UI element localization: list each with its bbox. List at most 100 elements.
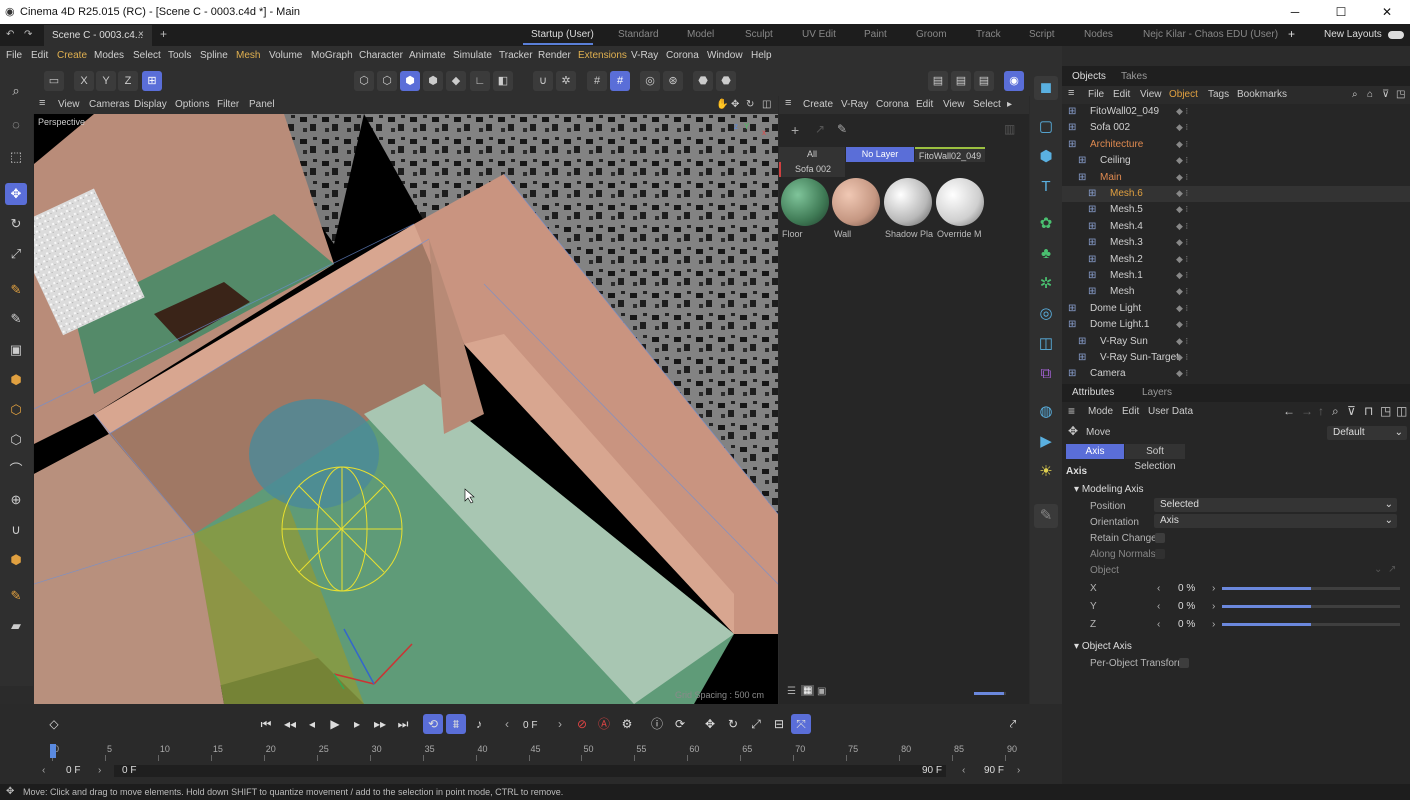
vp-menu-display[interactable]: Display xyxy=(134,99,167,110)
expand-icon[interactable]: ◫ xyxy=(1396,404,1407,418)
search-icon[interactable]: ⌕ xyxy=(5,80,27,102)
y-value[interactable]: 0 % xyxy=(1178,601,1195,612)
menu-window[interactable]: Window xyxy=(707,50,743,61)
object-row[interactable]: ⊞ Camera ◆ ⁝ xyxy=(1062,366,1410,382)
toggle-icon[interactable] xyxy=(1388,31,1404,39)
param-key-icon[interactable]: ⊟ xyxy=(769,714,789,734)
current-frame-field[interactable]: 0 F xyxy=(523,720,537,731)
object-row[interactable]: ⊞ Dome Light.1 ◆ ⁝ xyxy=(1062,317,1410,333)
z-value[interactable]: 0 % xyxy=(1178,619,1195,630)
new-tab-icon[interactable]: + xyxy=(160,27,167,41)
obj-menu-edit[interactable]: Edit xyxy=(1113,89,1130,100)
expand-toggle-icon[interactable]: ⊞ xyxy=(1078,155,1086,166)
orientation-dropdown[interactable]: Axis ⌄ xyxy=(1154,514,1397,528)
object-row[interactable]: ⊞ Mesh.5 ◆ ⁝ xyxy=(1062,202,1410,218)
menu-extensions[interactable]: Extensions xyxy=(578,50,627,61)
object-name[interactable]: Architecture xyxy=(1090,139,1143,150)
object-row[interactable]: ⊞ Ceiling ◆ ⁝ xyxy=(1062,153,1410,169)
iron-icon[interactable]: ▰ xyxy=(5,615,27,637)
layout-tab-startup[interactable]: Startup (User) xyxy=(531,29,594,40)
x-value[interactable]: 0 % xyxy=(1178,583,1195,594)
viewport-menu-icon[interactable]: ≡ xyxy=(39,97,45,109)
frame-ruler[interactable]: 0 5 10 15 20 25 30 35 40 45 50 55 60 65 70 75 80 85 90 xyxy=(52,744,1017,762)
material-floor[interactable]: Floor xyxy=(780,178,830,240)
z-increment-icon[interactable]: › xyxy=(1212,619,1215,630)
next-frame-icon[interactable]: ▸ xyxy=(347,714,367,734)
menu-edit[interactable]: Edit xyxy=(31,50,48,61)
material-override[interactable]: Override M xyxy=(936,178,986,240)
magnet-icon[interactable]: ∪ xyxy=(5,519,27,541)
object-name[interactable]: Mesh.6 xyxy=(1110,188,1143,199)
obj-menu-icon[interactable]: ≡ xyxy=(1068,87,1074,99)
grid-view-icon[interactable]: ▦ xyxy=(801,685,815,696)
cloner-icon[interactable]: ♣ xyxy=(1034,242,1058,266)
object-row[interactable]: ⊞ Mesh.3 ◆ ⁝ xyxy=(1062,235,1410,251)
z-axis-lock-button[interactable]: Z xyxy=(118,71,138,91)
subtab-soft-selection[interactable]: Soft Selection xyxy=(1125,444,1185,472)
position-key-icon[interactable]: ✥ xyxy=(700,714,720,734)
visibility-dots-icon[interactable]: ◆ ⁝ xyxy=(1176,106,1188,117)
rotate-tool-icon[interactable]: ↻ xyxy=(5,213,27,235)
start-increment-icon[interactable]: › xyxy=(98,765,101,776)
menu-create[interactable]: Create xyxy=(57,50,87,61)
up-arrow-icon[interactable]: ↑ xyxy=(1318,404,1324,418)
object-name[interactable]: Camera xyxy=(1090,368,1126,379)
scale-key-icon[interactable]: ⤢ xyxy=(746,714,766,734)
autokey-icon[interactable]: Ⓐ xyxy=(594,714,614,734)
visibility-dots-icon[interactable]: ◆ ⁝ xyxy=(1176,172,1188,183)
start-frame-field[interactable]: 0 F xyxy=(66,765,80,776)
mat-menu-edit[interactable]: Edit xyxy=(916,99,933,110)
expand-toggle-icon[interactable]: ⊞ xyxy=(1068,303,1076,314)
mat-menu-select[interactable]: Select xyxy=(973,99,1001,110)
object-row[interactable]: ⊞ Main ◆ ⁝ xyxy=(1062,170,1410,186)
deformer-icon[interactable]: ◎ xyxy=(1034,302,1058,326)
preset-dropdown[interactable]: Default ⌄ xyxy=(1327,426,1407,440)
visibility-dots-icon[interactable]: ◆ ⁝ xyxy=(1176,221,1188,232)
object-name[interactable]: Dome Light xyxy=(1090,303,1141,314)
layout-tab-uv-edit[interactable]: UV Edit xyxy=(802,29,836,40)
tab-attributes[interactable]: Attributes xyxy=(1072,387,1114,398)
tab-objects[interactable]: Objects xyxy=(1072,71,1106,82)
rotation-key-icon[interactable]: ↻ xyxy=(723,714,743,734)
dolly-icon[interactable]: ✥ xyxy=(731,99,739,110)
home-icon[interactable]: ⌂ xyxy=(1367,89,1373,100)
y-axis-lock-button[interactable]: Y xyxy=(96,71,116,91)
cube-primitive-icon[interactable]: ▣ xyxy=(5,339,27,361)
pan-icon[interactable]: ✋ xyxy=(716,99,728,110)
x-increment-icon[interactable]: › xyxy=(1212,583,1215,594)
object-row[interactable]: ⊞ Mesh.4 ◆ ⁝ xyxy=(1062,219,1410,235)
y-increment-icon[interactable]: › xyxy=(1212,601,1215,612)
expand-toggle-icon[interactable]: ⊞ xyxy=(1068,319,1076,330)
edit-render-settings-icon[interactable]: ▤ xyxy=(974,71,994,91)
text-object-icon[interactable]: T xyxy=(1034,175,1058,199)
visibility-dots-icon[interactable]: ◆ ⁝ xyxy=(1176,368,1188,379)
attr-menu-icon[interactable]: ≡ xyxy=(1068,404,1075,418)
object-row[interactable]: ⊞ Mesh.6 ◆ ⁝ xyxy=(1062,186,1410,202)
attr-menu-user-data[interactable]: User Data xyxy=(1148,406,1193,417)
menu-vray[interactable]: V-Ray xyxy=(631,50,658,61)
cube-object-icon[interactable]: ◼ xyxy=(1034,76,1058,100)
expand-toggle-icon[interactable]: ⊞ xyxy=(1078,336,1086,347)
frame-increment-icon[interactable]: › xyxy=(550,714,570,734)
menu-file[interactable]: File xyxy=(6,50,22,61)
visibility-dots-icon[interactable]: ◆ ⁝ xyxy=(1176,237,1188,248)
visibility-dots-icon[interactable]: ◆ ⁝ xyxy=(1176,204,1188,215)
visibility-dots-icon[interactable]: ◆ ⁝ xyxy=(1176,254,1188,265)
go-to-start-icon[interactable]: ⏮ xyxy=(256,714,276,734)
polygons-mode-icon[interactable]: ⬢ xyxy=(400,71,420,91)
x-slider[interactable] xyxy=(1222,587,1400,590)
object-name[interactable]: Mesh.2 xyxy=(1110,254,1143,265)
spline-object-icon[interactable]: ▢ xyxy=(1034,115,1058,139)
menu-corona[interactable]: Corona xyxy=(666,50,699,61)
group-modeling-axis[interactable]: ▾ Modeling Axis xyxy=(1074,484,1144,495)
loop-icon[interactable]: ⟲ xyxy=(423,714,443,734)
visibility-dots-icon[interactable]: ◆ ⁝ xyxy=(1176,139,1188,150)
keyframe-settings-icon[interactable]: ⚙ xyxy=(617,714,637,734)
interactive-render-icon[interactable]: ◉ xyxy=(1004,71,1024,91)
vp-menu-cameras[interactable]: Cameras xyxy=(89,99,130,110)
layout-tab-track[interactable]: Track xyxy=(976,29,1001,40)
object-row[interactable]: ⊞ Dome Light ◆ ⁝ xyxy=(1062,301,1410,317)
object-name[interactable]: Dome Light.1 xyxy=(1090,319,1149,330)
viewport-layout-icon[interactable]: ▭ xyxy=(44,71,64,91)
keyframe-diamond-icon[interactable]: ◇ xyxy=(44,714,64,734)
